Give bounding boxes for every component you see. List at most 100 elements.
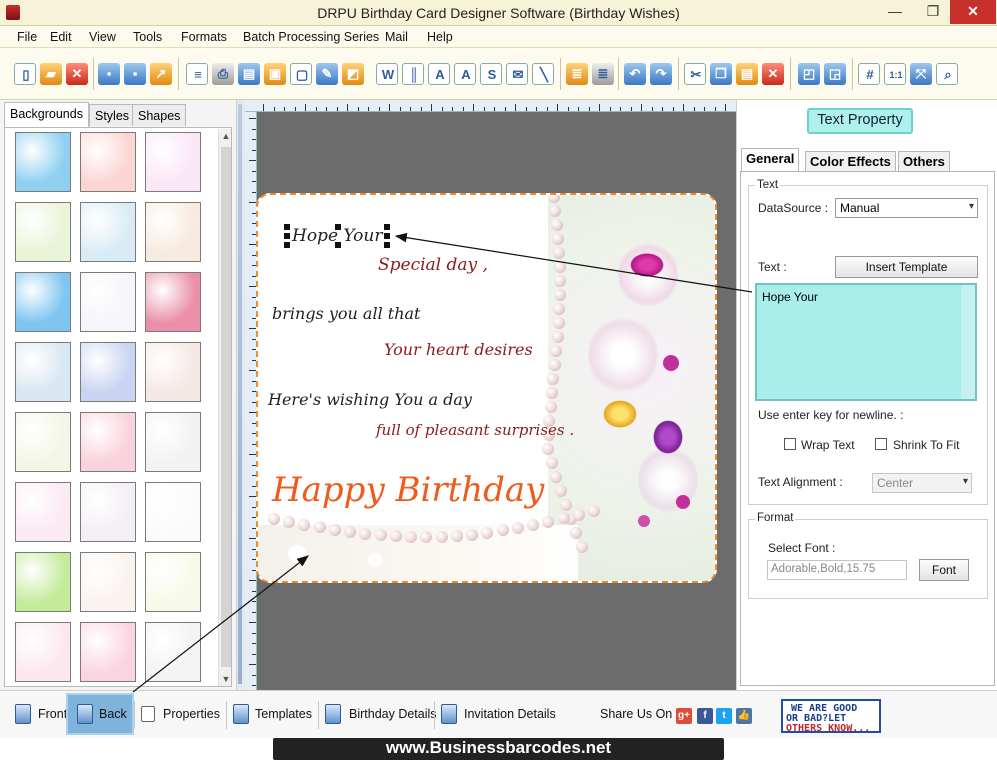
background-thumbnail[interactable] (15, 342, 71, 402)
background-thumbnail[interactable] (80, 342, 136, 402)
gift-icon[interactable]: ▣ (264, 63, 286, 85)
print-preview-icon[interactable]: ≡ (186, 63, 208, 85)
database-gray-icon[interactable]: ≣ (592, 63, 614, 85)
tab-general[interactable]: General (741, 148, 800, 172)
properties-icon[interactable] (141, 706, 155, 722)
text-property-title[interactable]: Text Property (807, 108, 913, 134)
wrap-text-checkbox[interactable] (784, 438, 796, 450)
database-icon[interactable]: ≣ (566, 63, 588, 85)
background-thumbnail[interactable] (145, 412, 201, 472)
background-thumbnail[interactable] (145, 552, 201, 612)
close-button[interactable]: ✕ (950, 0, 996, 24)
scroll-up-icon[interactable]: ▲ (219, 129, 231, 143)
print-icon[interactable]: ⎙ (212, 63, 234, 85)
font-field[interactable]: Adorable,Bold,15.75 (767, 560, 907, 580)
selection-handle[interactable] (335, 224, 341, 230)
close-file-icon[interactable]: ✕ (66, 63, 88, 85)
background-thumbnail[interactable] (145, 272, 201, 332)
text-icon[interactable]: A (428, 63, 450, 85)
selection-handle[interactable] (384, 224, 390, 230)
cut-icon[interactable]: ✂ (684, 63, 706, 85)
background-thumbnail[interactable] (15, 272, 71, 332)
menu-view[interactable]: View (89, 30, 116, 44)
background-thumbnail[interactable] (80, 272, 136, 332)
background-thumbnail[interactable] (15, 202, 71, 262)
gallery-scrollbar[interactable]: ▲ ▼ (218, 129, 231, 686)
background-thumbnail[interactable] (145, 482, 201, 542)
watermark-icon[interactable]: W (376, 63, 398, 85)
font-button[interactable]: Font (919, 559, 969, 581)
card-text-special-day[interactable]: Special day , (378, 255, 488, 275)
menu-help[interactable]: Help (427, 30, 453, 44)
panel-splitter[interactable] (237, 100, 245, 690)
selection-handle[interactable] (284, 224, 290, 230)
background-thumbnail[interactable] (145, 202, 201, 262)
birthday-card[interactable]: Hope Your Special day , brings you all t… (256, 193, 717, 583)
background-thumbnail[interactable] (145, 342, 201, 402)
background-thumbnail[interactable] (15, 132, 71, 192)
background-thumbnail[interactable] (80, 622, 136, 682)
open-folder-icon[interactable]: ▰ (40, 63, 62, 85)
menu-edit[interactable]: Edit (50, 30, 72, 44)
background-thumbnail[interactable] (15, 412, 71, 472)
save-icon[interactable]: ▪ (98, 63, 120, 85)
line-icon[interactable]: ╲ (532, 63, 554, 85)
facebook-icon[interactable]: f (697, 708, 713, 724)
layers-icon[interactable]: ▤ (238, 63, 260, 85)
datasource-select[interactable]: Manual ▾ (835, 198, 978, 218)
google-plus-icon[interactable]: g+ (676, 708, 692, 724)
mail-icon[interactable]: ✉ (506, 63, 528, 85)
grid-icon[interactable]: # (858, 63, 880, 85)
textarea-scrollbar[interactable] (961, 285, 975, 399)
redo-icon[interactable]: ↷ (650, 63, 672, 85)
wordart-icon[interactable]: A (454, 63, 476, 85)
twitter-icon[interactable]: t (716, 708, 732, 724)
shrink-to-fit-checkbox[interactable] (875, 438, 887, 450)
background-thumbnail[interactable] (15, 622, 71, 682)
image-frame-icon[interactable]: ▢ (290, 63, 312, 85)
insert-picture-icon[interactable]: ◩ (342, 63, 364, 85)
card-text-pleasant-surprises[interactable]: full of pleasant surprises . (376, 421, 574, 439)
selection-handle[interactable] (384, 242, 390, 248)
card-headline-happy-birthday[interactable]: Happy Birthday (272, 470, 544, 510)
paste-icon[interactable]: ▤ (736, 63, 758, 85)
minimize-button[interactable]: — (880, 0, 910, 24)
menu-formats[interactable]: Formats (181, 30, 227, 44)
background-thumbnail[interactable] (80, 412, 136, 472)
export-icon[interactable]: ↗ (150, 63, 172, 85)
tab-backgrounds[interactable]: Backgrounds (4, 102, 89, 127)
front-card-icon[interactable] (15, 704, 31, 724)
bring-forward-icon[interactable]: ◰ (798, 63, 820, 85)
background-thumbnail[interactable] (145, 132, 201, 192)
text-alignment-select[interactable]: Center ▾ (872, 473, 972, 493)
menu-file[interactable]: File (17, 30, 37, 44)
tab-color-effects[interactable]: Color Effects (805, 151, 896, 171)
background-thumbnail[interactable] (15, 482, 71, 542)
card-text-brings-you[interactable]: brings you all that (272, 304, 420, 323)
background-thumbnail[interactable] (15, 552, 71, 612)
text-input-area[interactable]: Hope Your (755, 283, 977, 401)
birthday-details-button[interactable]: Birthday Details (349, 707, 437, 721)
save-as-icon[interactable]: ▪ (124, 63, 146, 85)
selection-handle[interactable] (284, 242, 290, 248)
tab-others[interactable]: Others (898, 151, 950, 171)
invitation-details-icon[interactable] (441, 704, 457, 724)
back-card-icon[interactable] (77, 704, 93, 724)
properties-button[interactable]: Properties (163, 707, 220, 721)
templates-button[interactable]: Templates (255, 707, 312, 721)
background-thumbnail[interactable] (80, 132, 136, 192)
signature-icon[interactable]: S (480, 63, 502, 85)
maximize-button[interactable]: ❐ (918, 0, 948, 24)
pen-icon[interactable]: ✎ (316, 63, 338, 85)
front-button[interactable]: Front (38, 707, 67, 721)
fit-to-window-icon[interactable]: ⤧ (910, 63, 932, 85)
selection-handle[interactable] (335, 242, 341, 248)
like-icon[interactable]: 👍 (736, 708, 752, 724)
menu-tools[interactable]: Tools (133, 30, 162, 44)
undo-icon[interactable]: ↶ (624, 63, 646, 85)
menu-batch-processing[interactable]: Batch Processing Series (243, 30, 379, 44)
send-backward-icon[interactable]: ◲ (824, 63, 846, 85)
back-button[interactable]: Back (99, 707, 127, 721)
barcode-icon[interactable]: ║ (402, 63, 424, 85)
tab-styles[interactable]: Styles (89, 104, 136, 126)
